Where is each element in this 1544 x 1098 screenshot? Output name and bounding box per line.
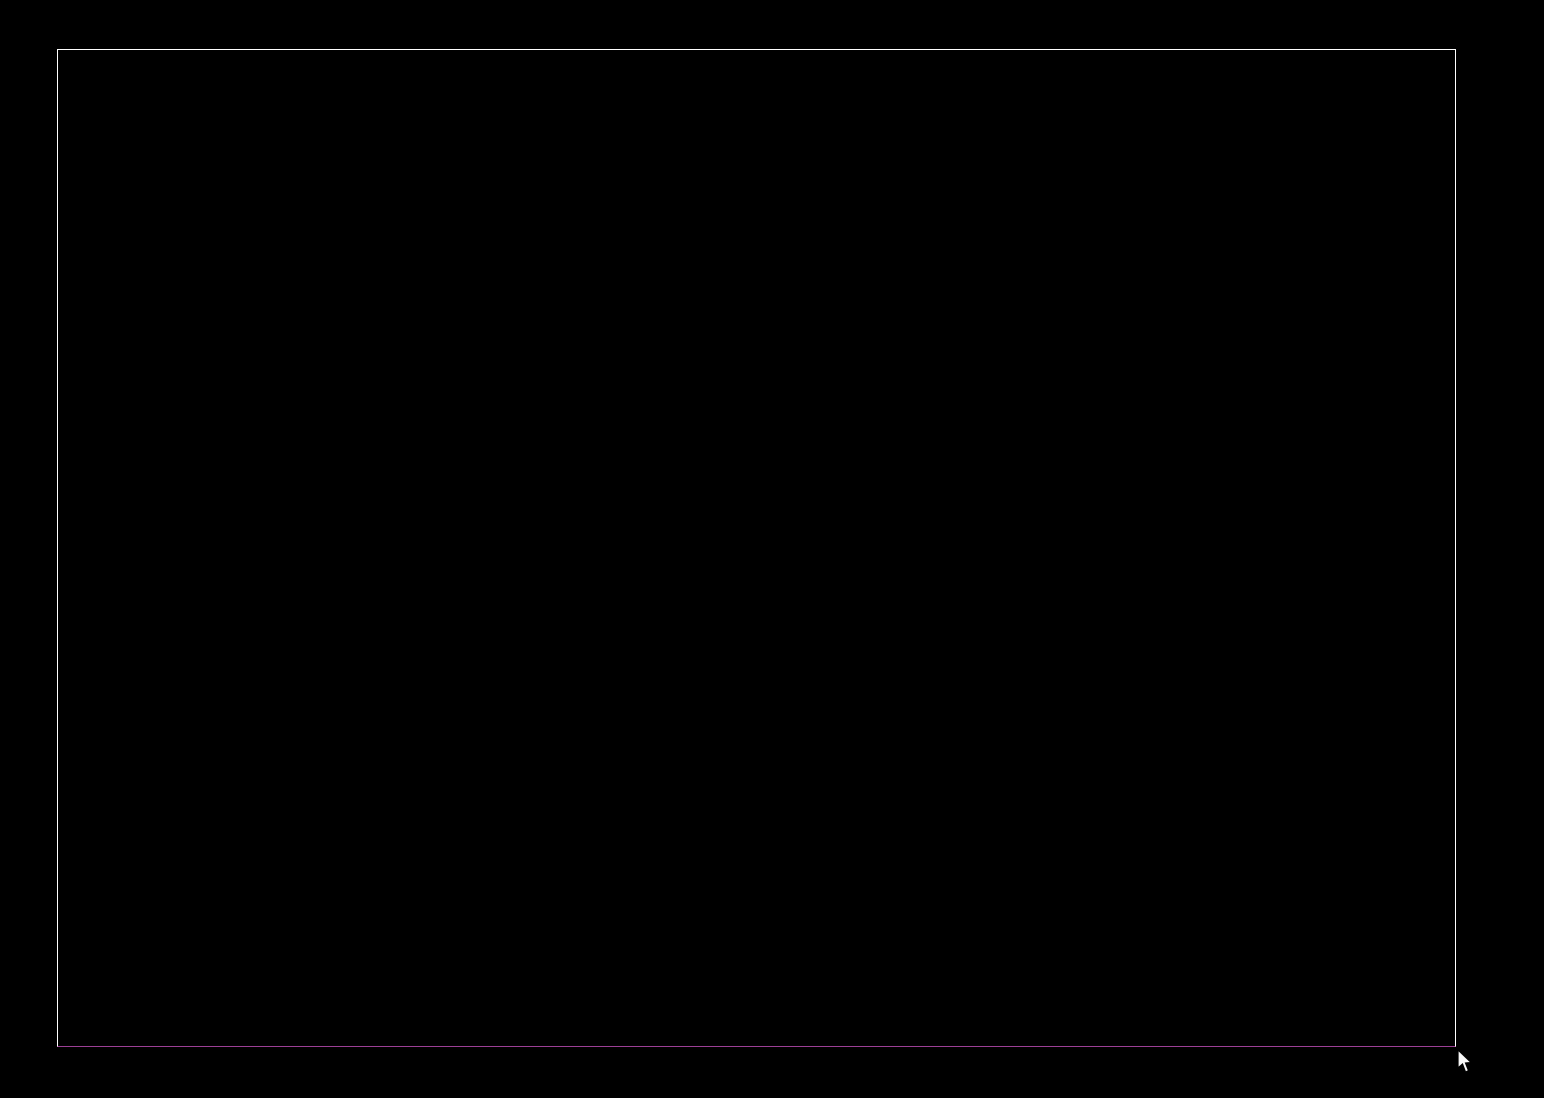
mouse-cursor-icon (1457, 1049, 1473, 1073)
colorbar-gradient (1495, 348, 1507, 742)
plot-area[interactable] (57, 49, 1456, 1047)
spectrogram-canvas[interactable] (58, 50, 1455, 1046)
figure (0, 0, 1544, 1098)
